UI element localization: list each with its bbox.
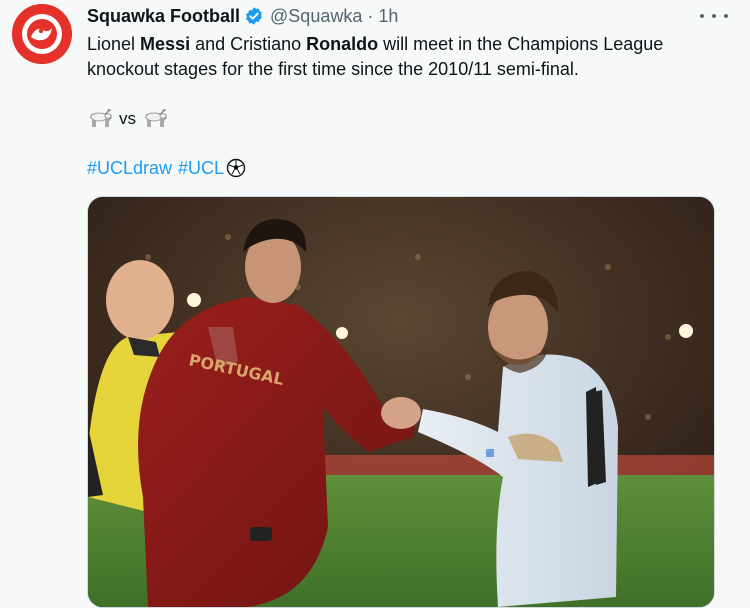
more-dots-icon[interactable] bbox=[700, 6, 728, 26]
verified-badge-icon bbox=[244, 6, 264, 26]
tweet-photo[interactable]: PORTUGAL bbox=[87, 196, 715, 608]
author-name[interactable]: Squawka Football bbox=[87, 6, 240, 27]
goat-vs-line: vs bbox=[87, 105, 168, 133]
bold-ronaldo: Ronaldo bbox=[306, 34, 379, 54]
separator-dot: · bbox=[367, 5, 374, 26]
photo-messi-ronaldo-handshake: PORTUGAL bbox=[88, 197, 714, 607]
bold-messi: Messi bbox=[140, 34, 191, 54]
hashtag-ucl[interactable]: #UCL bbox=[178, 158, 224, 179]
tweet-text: Lionel Messi and Cristiano Ronaldo will … bbox=[87, 32, 707, 82]
tweet-timestamp[interactable]: 1h bbox=[378, 6, 398, 27]
goat-emoji-icon bbox=[142, 108, 168, 130]
author-avatar[interactable] bbox=[12, 4, 72, 64]
goat-emoji-icon bbox=[87, 108, 113, 130]
author-handle[interactable]: @Squawka bbox=[270, 6, 362, 27]
hashtags: #UCLdraw #UCL bbox=[87, 155, 246, 181]
tweet-text-line-2: knockout stages for the first time since… bbox=[87, 59, 579, 79]
tweet-text-line-1: Lionel Messi and Cristiano Ronaldo will … bbox=[87, 34, 664, 54]
champions-league-ball-icon bbox=[226, 158, 246, 178]
hashtag-ucldraw[interactable]: #UCLdraw bbox=[87, 158, 172, 179]
squawka-logo-icon bbox=[12, 4, 72, 64]
vs-text: vs bbox=[119, 109, 136, 128]
tweet-card[interactable]: Squawka Football @Squawka · 1h Lionel Me… bbox=[0, 0, 750, 608]
tweet-header: Squawka Football @Squawka · 1h bbox=[87, 4, 398, 28]
